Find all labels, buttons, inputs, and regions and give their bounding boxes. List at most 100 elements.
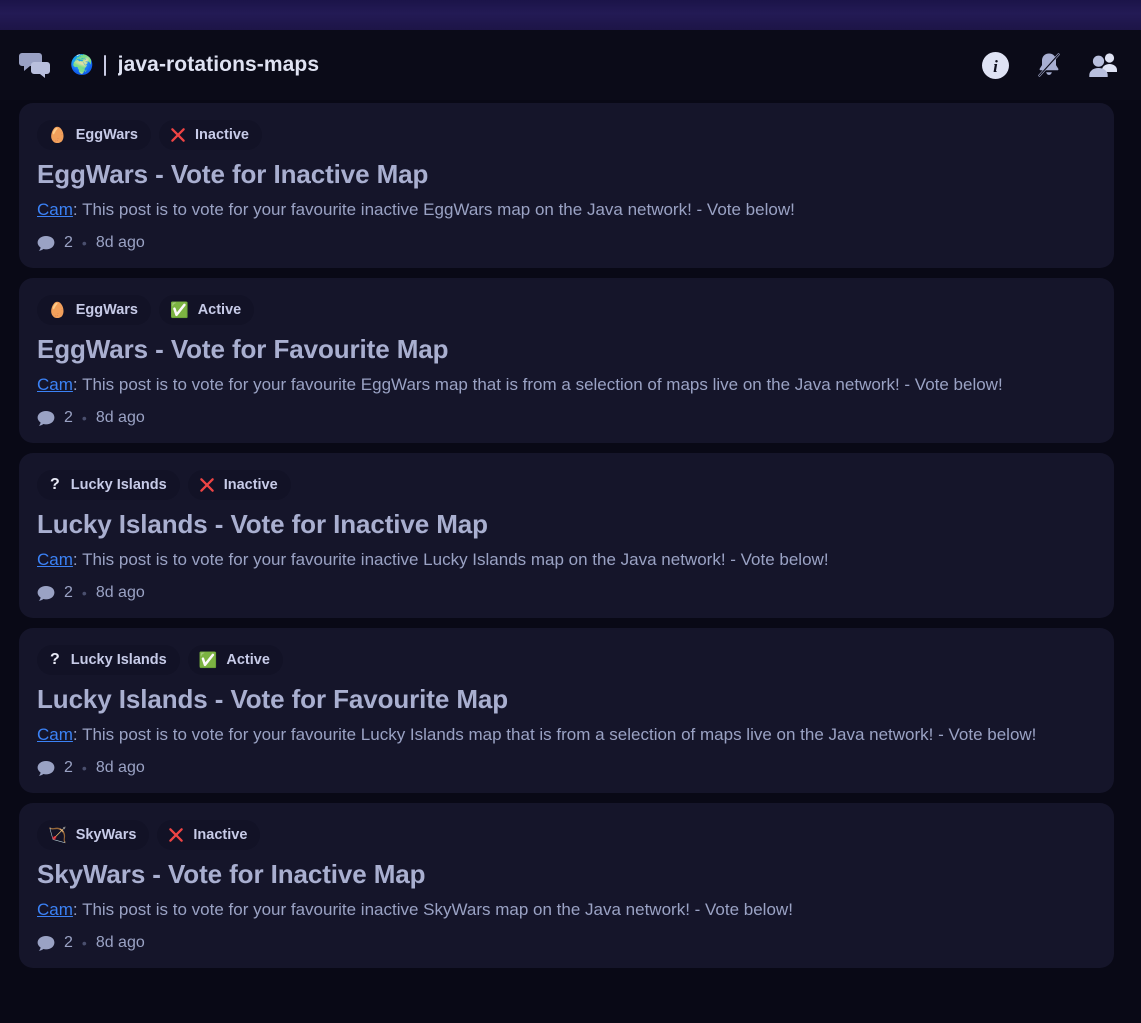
svg-text:i: i bbox=[993, 57, 998, 76]
post-timestamp: 8d ago bbox=[95, 234, 145, 252]
members-icon[interactable] bbox=[1087, 49, 1119, 81]
status-icon: ✅ bbox=[198, 651, 218, 669]
game-icon: ? bbox=[50, 476, 60, 494]
post-body: Cam: This post is to vote for your favou… bbox=[37, 900, 793, 920]
bell-muted-icon[interactable] bbox=[1033, 49, 1065, 81]
meta-separator: • bbox=[81, 235, 87, 252]
meta-separator: • bbox=[81, 585, 87, 602]
status-icon bbox=[170, 127, 186, 143]
game-tag-label: Lucky Islands bbox=[70, 652, 167, 669]
globe-icon: 🌍 bbox=[70, 54, 94, 76]
post-tag-row: ? Lucky Islands Inactive bbox=[37, 470, 1094, 501]
status-badge-label: Inactive bbox=[223, 477, 278, 494]
status-badge-label: Active bbox=[226, 652, 270, 669]
status-badge[interactable]: ✅ Active bbox=[159, 295, 255, 326]
post-timestamp: 8d ago bbox=[95, 584, 145, 602]
post-author-link[interactable]: Cam bbox=[37, 725, 73, 744]
game-tag[interactable]: ? Lucky Islands bbox=[37, 645, 180, 676]
post-body-text: This post is to vote for your favourite … bbox=[82, 900, 793, 920]
game-icon: ? bbox=[50, 651, 60, 669]
comment-icon bbox=[37, 935, 55, 951]
game-tag[interactable]: 🥚 EggWars bbox=[37, 120, 151, 150]
game-icon: 🥚 bbox=[48, 301, 67, 319]
post-title[interactable]: SkyWars - Vote for Inactive Map bbox=[37, 859, 1094, 890]
post-meta-row: 2 • 8d ago bbox=[37, 759, 1094, 777]
game-icon: 🥚 bbox=[48, 126, 67, 144]
comment-count-group[interactable]: 2 bbox=[37, 934, 73, 952]
post-body: Cam: This post is to vote for your favou… bbox=[37, 375, 1003, 395]
channel-header: 🌍 java-rotations-maps i bbox=[0, 30, 1141, 100]
info-icon[interactable]: i bbox=[979, 49, 1011, 81]
comment-icon bbox=[37, 235, 55, 251]
post-meta-row: 2 • 8d ago bbox=[37, 234, 1094, 252]
post-body-text: This post is to vote for your favourite … bbox=[82, 550, 829, 570]
post-body: Cam: This post is to vote for your favou… bbox=[37, 200, 795, 219]
speech-bubbles-icon[interactable] bbox=[18, 50, 52, 80]
post-timestamp: 8d ago bbox=[95, 934, 145, 952]
comment-count: 2 bbox=[64, 234, 73, 252]
post-meta-row: 2 • 8d ago bbox=[37, 934, 1094, 952]
comment-count: 2 bbox=[64, 934, 73, 952]
status-badge[interactable]: ✅ Active bbox=[187, 645, 283, 676]
post-card-2[interactable]: ? Lucky Islands Inactive Lucky Islands -… bbox=[19, 453, 1114, 619]
post-author-link[interactable]: Cam bbox=[37, 375, 73, 394]
post-title[interactable]: Lucky Islands - Vote for Favourite Map bbox=[37, 684, 1094, 715]
post-title[interactable]: EggWars - Vote for Favourite Map bbox=[37, 334, 1094, 365]
status-icon: ✅ bbox=[170, 301, 189, 319]
status-badge-label: Active bbox=[197, 302, 242, 319]
post-card-0[interactable]: 🥚 EggWars Inactive EggWars - Vote for In… bbox=[19, 103, 1114, 269]
post-title[interactable]: EggWars - Vote for Inactive Map bbox=[37, 159, 1094, 190]
comment-icon bbox=[37, 410, 55, 426]
status-icon bbox=[168, 827, 184, 843]
post-meta-row: 2 • 8d ago bbox=[37, 584, 1094, 602]
status-badge-label: Inactive bbox=[195, 127, 249, 143]
game-tag[interactable]: 🥚 EggWars bbox=[37, 295, 151, 326]
meta-separator: • bbox=[81, 410, 87, 427]
status-badge[interactable]: Inactive bbox=[187, 470, 291, 501]
meta-separator: • bbox=[81, 760, 87, 777]
status-badge[interactable]: Inactive bbox=[159, 120, 262, 150]
game-tag-label: SkyWars bbox=[75, 827, 137, 844]
header-actions: i bbox=[979, 49, 1119, 81]
post-tag-row: 🥚 EggWars Inactive bbox=[37, 120, 1094, 150]
post-body-text: This post is to vote for your favourite … bbox=[82, 200, 795, 219]
game-tag[interactable]: 🏹 SkyWars bbox=[37, 820, 150, 851]
comment-icon bbox=[37, 760, 55, 776]
comment-count-group[interactable]: 2 bbox=[37, 234, 73, 252]
post-body-text: This post is to vote for your favourite … bbox=[82, 725, 1037, 745]
comment-count: 2 bbox=[64, 409, 73, 427]
post-meta-row: 2 • 8d ago bbox=[37, 409, 1094, 427]
comment-count: 2 bbox=[64, 759, 73, 777]
status-icon bbox=[199, 477, 215, 493]
post-card-3[interactable]: ? Lucky Islands ✅ Active Lucky Islands -… bbox=[19, 628, 1114, 794]
game-tag-label: EggWars bbox=[75, 302, 138, 319]
page-title: java-rotations-maps bbox=[117, 53, 320, 76]
post-author-link[interactable]: Cam bbox=[37, 200, 73, 219]
title-divider bbox=[103, 54, 106, 76]
post-timestamp: 8d ago bbox=[95, 409, 145, 427]
post-body: Cam: This post is to vote for your favou… bbox=[37, 550, 829, 570]
game-tag-label: Lucky Islands bbox=[70, 477, 167, 494]
comment-count-group[interactable]: 2 bbox=[37, 584, 73, 602]
status-badge-label: Inactive bbox=[193, 827, 248, 844]
post-tag-row: 🥚 EggWars ✅ Active bbox=[37, 295, 1094, 326]
post-author-link[interactable]: Cam bbox=[37, 550, 73, 569]
comment-count-group[interactable]: 2 bbox=[37, 759, 73, 777]
post-title[interactable]: Lucky Islands - Vote for Inactive Map bbox=[37, 509, 1094, 540]
post-card-4[interactable]: 🏹 SkyWars Inactive SkyWars - Vote for In… bbox=[19, 803, 1114, 969]
comment-icon bbox=[37, 585, 55, 601]
top-accent-strip bbox=[0, 0, 1141, 30]
status-badge[interactable]: Inactive bbox=[157, 820, 261, 851]
post-body: Cam: This post is to vote for your favou… bbox=[37, 725, 1037, 745]
comment-count-group[interactable]: 2 bbox=[37, 409, 73, 427]
game-icon: 🏹 bbox=[48, 826, 67, 844]
post-author-link[interactable]: Cam bbox=[37, 900, 73, 919]
post-card-1[interactable]: 🥚 EggWars ✅ Active EggWars - Vote for Fa… bbox=[19, 278, 1114, 444]
game-tag[interactable]: ? Lucky Islands bbox=[37, 470, 180, 501]
post-feed: 🥚 EggWars Inactive EggWars - Vote for In… bbox=[0, 100, 1141, 969]
post-tag-row: ? Lucky Islands ✅ Active bbox=[37, 645, 1094, 676]
post-tag-row: 🏹 SkyWars Inactive bbox=[37, 820, 1094, 851]
post-timestamp: 8d ago bbox=[95, 759, 145, 777]
game-tag-label: EggWars bbox=[75, 127, 138, 143]
post-body-text: This post is to vote for your favourite … bbox=[82, 375, 1003, 395]
